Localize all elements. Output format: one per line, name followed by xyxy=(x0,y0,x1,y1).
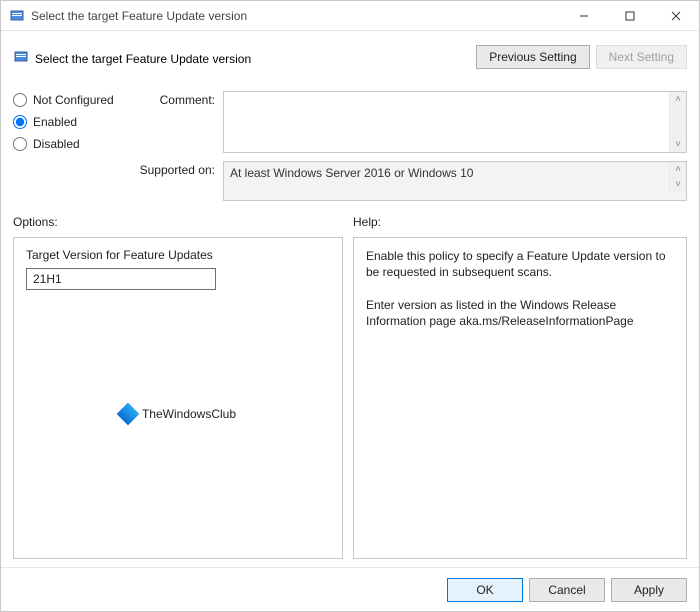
policy-title: Select the target Feature Update version xyxy=(35,52,251,66)
comment-input[interactable] xyxy=(224,92,669,152)
target-version-label: Target Version for Feature Updates xyxy=(26,248,330,262)
window-title: Select the target Feature Update version xyxy=(31,9,561,23)
supported-scrollbar[interactable]: ˄ ˅ xyxy=(669,162,686,192)
radio-enabled[interactable]: Enabled xyxy=(13,115,123,129)
policy-icon xyxy=(13,49,29,68)
radio-enabled-input[interactable] xyxy=(13,115,27,129)
config-row: Not Configured Enabled Disabled Comment: xyxy=(13,91,687,209)
radio-not-configured-label: Not Configured xyxy=(33,93,114,107)
help-text: Enable this policy to specify a Feature … xyxy=(366,248,674,329)
window-controls xyxy=(561,1,699,30)
previous-setting-button[interactable]: Previous Setting xyxy=(476,45,589,69)
help-column: Help: Enable this policy to specify a Fe… xyxy=(353,215,687,559)
supported-label: Supported on: xyxy=(135,161,215,177)
mid-fields: Comment: ˄ ˅ Supported on: At least Wind… xyxy=(135,91,687,209)
target-version-input[interactable] xyxy=(26,268,216,290)
dialog-footer: OK Cancel Apply xyxy=(1,567,699,611)
options-panel: Target Version for Feature Updates TheWi… xyxy=(13,237,343,559)
radio-not-configured-input[interactable] xyxy=(13,93,27,107)
comment-label: Comment: xyxy=(135,91,215,107)
nav-buttons: Previous Setting Next Setting xyxy=(476,45,687,69)
scroll-down-icon: ˅ xyxy=(675,137,681,152)
supported-value: At least Windows Server 2016 or Windows … xyxy=(224,162,669,184)
header-row: Select the target Feature Update version… xyxy=(13,41,687,77)
columns: Options: Target Version for Feature Upda… xyxy=(13,215,687,559)
radio-not-configured[interactable]: Not Configured xyxy=(13,93,123,107)
scroll-up-icon: ˄ xyxy=(675,92,681,107)
supported-box: At least Windows Server 2016 or Windows … xyxy=(223,161,687,201)
help-panel: Enable this policy to specify a Feature … xyxy=(353,237,687,559)
supported-row: Supported on: At least Windows Server 20… xyxy=(135,161,687,201)
scroll-down-icon: ˅ xyxy=(675,177,681,192)
options-label: Options: xyxy=(13,215,343,231)
policy-title-block: Select the target Feature Update version xyxy=(13,49,251,68)
titlebar: Select the target Feature Update version xyxy=(1,1,699,31)
state-radios: Not Configured Enabled Disabled xyxy=(13,91,123,209)
watermark-logo-icon xyxy=(117,403,140,426)
next-setting-button[interactable]: Next Setting xyxy=(596,45,687,69)
minimize-button[interactable] xyxy=(561,1,607,30)
watermark-text: TheWindowsClub xyxy=(142,407,236,421)
comment-box: ˄ ˅ xyxy=(223,91,687,153)
dialog-window: Select the target Feature Update version… xyxy=(0,0,700,612)
options-column: Options: Target Version for Feature Upda… xyxy=(13,215,343,559)
scroll-up-icon: ˄ xyxy=(675,162,681,177)
cancel-button[interactable]: Cancel xyxy=(529,578,605,602)
radio-enabled-label: Enabled xyxy=(33,115,77,129)
close-button[interactable] xyxy=(653,1,699,30)
radio-disabled-input[interactable] xyxy=(13,137,27,151)
app-icon xyxy=(9,8,25,24)
comment-row: Comment: ˄ ˅ xyxy=(135,91,687,153)
watermark: TheWindowsClub xyxy=(120,406,236,422)
radio-disabled-label: Disabled xyxy=(33,137,80,151)
radio-disabled[interactable]: Disabled xyxy=(13,137,123,151)
dialog-body: Select the target Feature Update version… xyxy=(1,31,699,567)
apply-button[interactable]: Apply xyxy=(611,578,687,602)
ok-button[interactable]: OK xyxy=(447,578,523,602)
help-label: Help: xyxy=(353,215,687,231)
maximize-button[interactable] xyxy=(607,1,653,30)
comment-scrollbar[interactable]: ˄ ˅ xyxy=(669,92,686,152)
